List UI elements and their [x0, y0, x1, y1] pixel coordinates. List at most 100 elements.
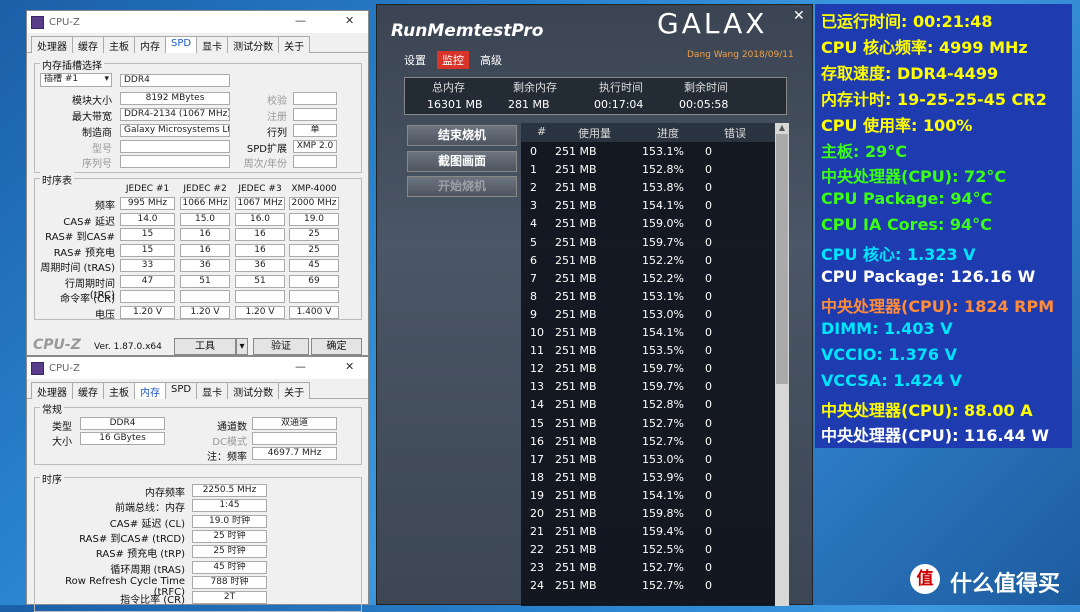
tab-6[interactable]: 测试分数 [227, 382, 280, 399]
timing-col-header: XMP-4000 [291, 184, 337, 194]
timing-row-label: 循环周期 (tRAS) [110, 564, 185, 576]
menu-0[interactable]: 设置 [399, 51, 431, 69]
timing-cell: 14.0 [120, 212, 175, 226]
app-title: RunMemtestPro [391, 21, 544, 41]
memtest-button-0[interactable]: 结束烧机 [407, 125, 517, 146]
tab-2[interactable]: 主板 [103, 36, 135, 53]
timing-row-label: 指令比率 (CR) [120, 595, 185, 607]
table-cell: 7 [530, 271, 537, 285]
table-cell: 153.5% [642, 344, 684, 358]
table-cell: 251 MB [555, 253, 597, 267]
window-title: CPU-Z [49, 16, 80, 28]
tab-3[interactable]: 内存 [134, 36, 166, 53]
timing-cell: 1.20 V [120, 305, 175, 319]
tab-3[interactable]: 内存 [134, 382, 166, 399]
tab-5[interactable]: 显卡 [196, 382, 229, 399]
memtest-button-2[interactable]: 开始烧机 [407, 176, 517, 197]
minimize-icon[interactable]: — [295, 360, 306, 373]
size-field: 16 GBytes [80, 432, 165, 445]
menu-2[interactable]: 高级 [475, 51, 507, 69]
scrollbar[interactable]: ▲ [775, 123, 789, 606]
timing-cell: 2000 MHz [289, 197, 339, 210]
table-cell: 159.7% [642, 380, 684, 394]
table-cell: 152.7% [642, 434, 684, 448]
maker-field: Galaxy Microsystems Ltd. [120, 124, 230, 137]
tab-0[interactable]: 处理器 [31, 36, 73, 53]
timing-row-label: RAS# 预充电 (tRP) [95, 549, 185, 561]
tab-1[interactable]: 缓存 [72, 36, 104, 53]
maker-label: 制造商 [82, 128, 112, 139]
reg-field [293, 108, 337, 121]
validate-button[interactable]: 验证 [253, 338, 309, 355]
timing-cell: 1066 MHz [180, 197, 230, 210]
serial-field [120, 155, 230, 168]
tab-2[interactable]: 主板 [103, 382, 135, 399]
tab-4[interactable]: SPD [165, 382, 198, 399]
tab-0[interactable]: 处理器 [31, 382, 73, 399]
table-cell: 159.7% [642, 235, 684, 249]
table-cell: 152.7% [642, 561, 684, 575]
table-cell: 251 MB [555, 416, 597, 430]
credit-text: Dang Wang 2018/09/11 [687, 50, 794, 60]
version-text: Ver. 1.87.0.x64 [94, 342, 162, 352]
tools-button[interactable]: 工具 [174, 338, 236, 355]
table-cell: 0 [705, 235, 712, 249]
tab-5[interactable]: 显卡 [196, 36, 229, 53]
menu-1[interactable]: 监控 [437, 51, 469, 69]
sensor-line: CPU 使用率: 100% [821, 115, 973, 135]
table-cell: 251 MB [555, 452, 597, 466]
cpuz-app-icon [31, 361, 44, 375]
slot-select[interactable]: 插槽 #1 ▾ [40, 73, 112, 87]
close-icon[interactable]: ✕ [345, 360, 354, 373]
module-size-field: 8192 MBytes [120, 92, 230, 105]
table-cell: 251 MB [555, 344, 597, 358]
cpuz-tabs: 处理器 缓存 主板 内存 SPD 显卡 测试分数 关于 [27, 36, 368, 53]
timing-cell: 69 [289, 274, 339, 288]
table-cell: 0 [705, 163, 712, 177]
table-cell: 251 MB [555, 217, 597, 231]
table-cell: 0 [705, 579, 712, 593]
tab-7[interactable]: 关于 [278, 36, 311, 53]
table-cell: 251 MB [555, 307, 597, 321]
table-cell: 251 MB [555, 434, 597, 448]
table-cell: 0 [705, 181, 712, 195]
timing-value: 1:45 [192, 499, 267, 513]
ok-button[interactable]: 确定 [311, 338, 362, 355]
tab-1[interactable]: 缓存 [72, 382, 104, 399]
table-cell: 0 [705, 271, 712, 285]
table-cell: 251 MB [555, 199, 597, 213]
table-cell: 159.8% [642, 507, 684, 520]
tab-6[interactable]: 测试分数 [227, 36, 280, 53]
tab-7[interactable]: 关于 [278, 382, 311, 399]
rank-label: 行列 [267, 128, 287, 139]
scroll-up-icon[interactable]: ▲ [775, 123, 789, 132]
timing-cell: 15.0 [180, 212, 230, 226]
table-cell: 15 [530, 416, 544, 430]
timing-cell: 51 [180, 274, 230, 288]
memtest-window: RunMemtestPro GALAX ✕ Dang Wang 2018/09/… [376, 4, 813, 606]
close-icon[interactable]: ✕ [793, 8, 805, 24]
timing-value: 2250.5 MHz [192, 484, 267, 497]
memtest-button-1[interactable]: 截图画面 [407, 150, 517, 172]
timing-cell: 47 [120, 274, 175, 288]
table-cell: 153.1% [642, 289, 684, 303]
table-cell: 0 [705, 217, 712, 231]
sensor-line: CPU 核心: 1.323 V [821, 245, 976, 265]
table-cell: 5 [530, 235, 537, 249]
tab-4[interactable]: SPD [165, 36, 198, 53]
table-cell: 22 [530, 543, 544, 557]
spd-ext-label: SPD扩展 [246, 144, 287, 155]
table-cell: 19 [530, 488, 544, 502]
timing-cell: 16 [180, 243, 230, 257]
cpuz-app-icon [31, 15, 44, 29]
cpuz-tabs: 处理器 缓存 主板 内存 SPD 显卡 测试分数 关于 [27, 382, 368, 399]
week-field [293, 155, 337, 168]
minimize-icon[interactable]: — [295, 14, 306, 27]
timing-cell [235, 290, 285, 303]
scroll-thumb[interactable] [776, 134, 788, 384]
tools-dropdown[interactable]: ▾ [236, 338, 248, 355]
table-cell: 251 MB [555, 488, 597, 502]
table-cell: 154.1% [642, 488, 684, 502]
close-icon[interactable]: ✕ [345, 14, 354, 27]
timing-cell: 36 [235, 259, 285, 272]
